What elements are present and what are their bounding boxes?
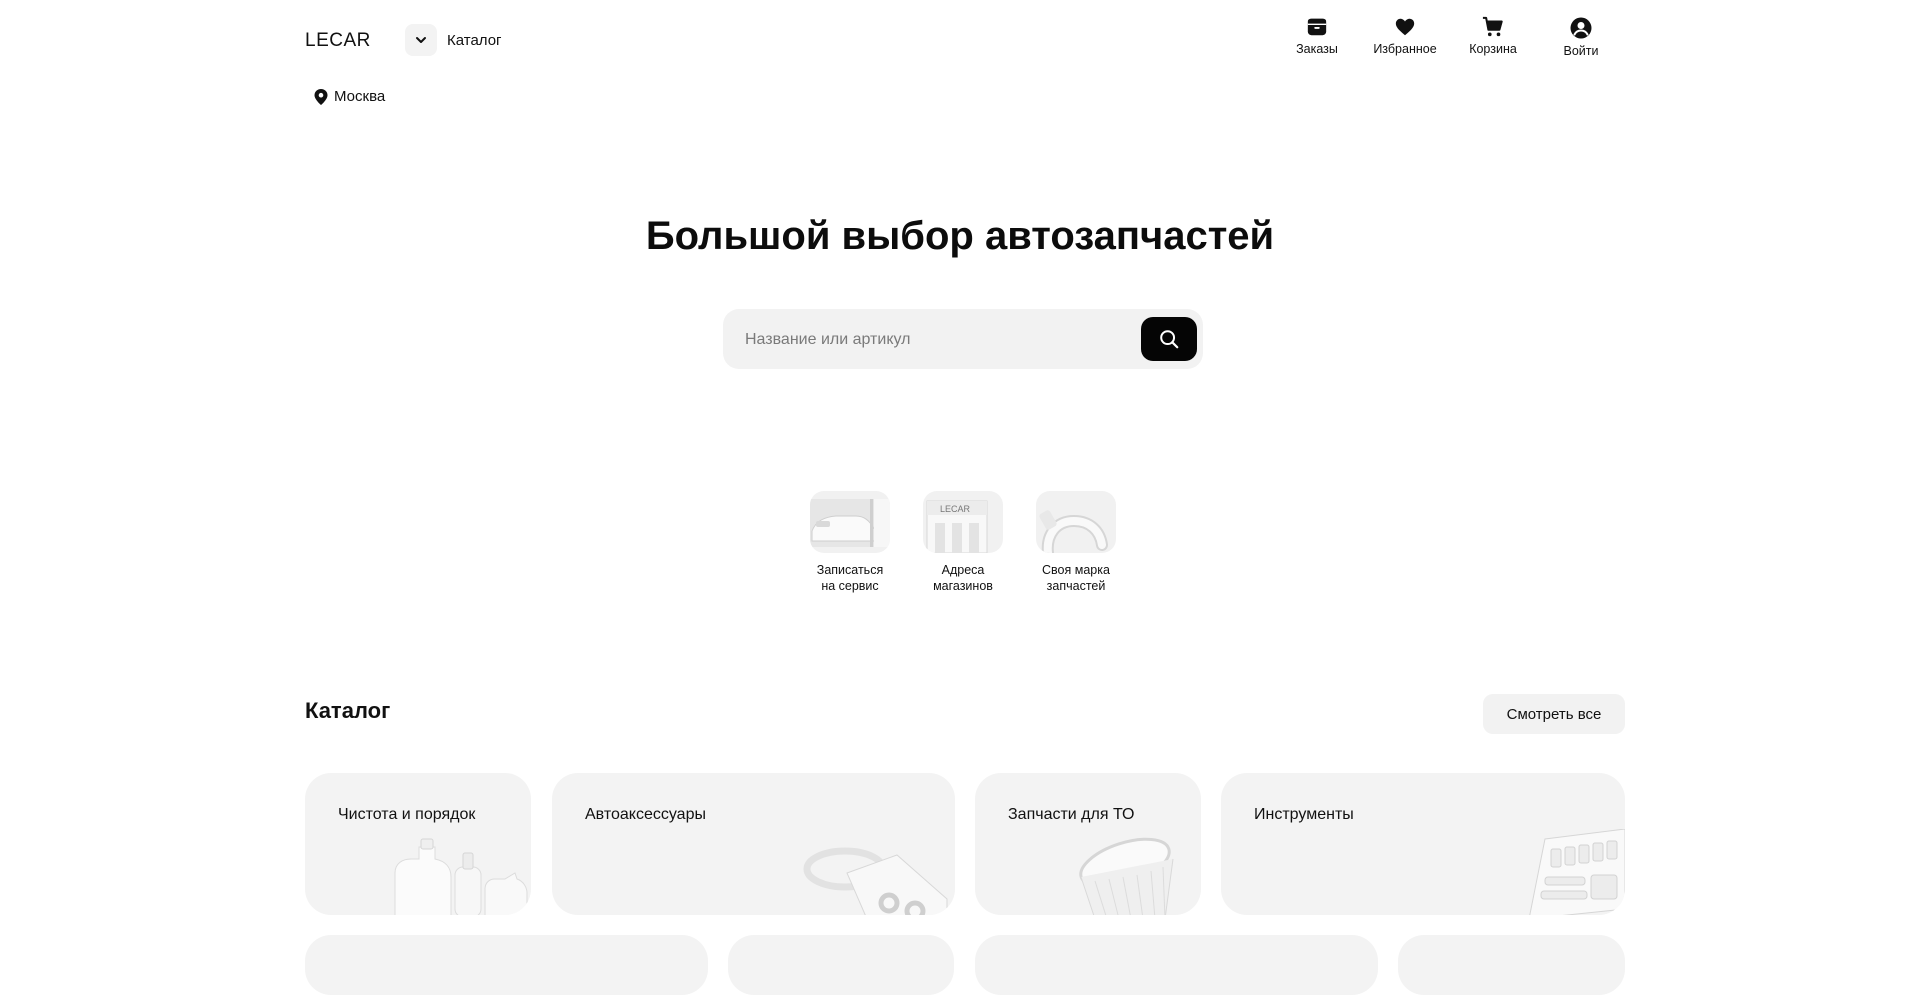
quick-links: Записаться на сервис LECAR Адреса магазино… [810, 491, 1116, 594]
nav-cart-label: Корзина [1469, 42, 1517, 56]
search-button[interactable] [1141, 317, 1197, 361]
header: LECAR Каталог Заказы Избранное Корзина В… [305, 16, 1625, 66]
user-icon [1570, 17, 1592, 39]
svg-text:LECAR: LECAR [940, 504, 971, 514]
hero-title: Большой выбор автозапчастей [645, 214, 1275, 258]
heart-icon [1395, 18, 1415, 36]
car-service-image [810, 491, 890, 553]
search-icon [1160, 330, 1179, 349]
location-pin-icon [314, 88, 328, 105]
nav-login[interactable]: Войти [1537, 16, 1625, 58]
catalog-card-row2-2[interactable] [728, 935, 954, 995]
city-name: Москва [334, 88, 386, 105]
catalog-card-row2-4[interactable] [1398, 935, 1625, 995]
nav-login-label: Войти [1563, 44, 1599, 58]
quick-link-brand[interactable]: Своя марка запчастей [1036, 491, 1116, 594]
see-all-button[interactable]: Смотреть все [1483, 694, 1625, 734]
catalog-card-title: Чистота и порядок [338, 806, 476, 823]
catalog-title: Каталог [305, 698, 391, 723]
catalog-card-title: Запчасти для ТО [1008, 806, 1135, 823]
catalog-card-maintenance[interactable]: Запчасти для ТО [975, 773, 1201, 915]
quick-link-service[interactable]: Записаться на сервис [810, 491, 890, 594]
nav-orders[interactable]: Заказы [1273, 16, 1361, 58]
city-selector[interactable]: Москва [314, 88, 385, 105]
nav-cart[interactable]: Корзина [1449, 16, 1537, 58]
catalog-card-cleaning[interactable]: Чистота и порядок [305, 773, 531, 915]
catalog-button-label: Каталог [447, 31, 502, 49]
catalog-button[interactable]: Каталог [405, 24, 502, 56]
catalog-card-tools[interactable]: Инструменты [1221, 773, 1625, 915]
cart-icon [1482, 16, 1503, 37]
box-icon [1307, 18, 1327, 36]
header-nav: Заказы Избранное Корзина Войти [1273, 16, 1625, 58]
toolbox-image [1529, 829, 1625, 915]
catalog-card-title: Автоаксессуары [585, 806, 706, 823]
logo[interactable]: LECAR [305, 30, 371, 52]
quick-link-service-caption: Записаться на сервис [816, 563, 884, 593]
catalog-card-accessories[interactable]: Автоаксессуары [552, 773, 955, 915]
search-bar [723, 309, 1203, 371]
catalog-card-title: Инструменты [1254, 806, 1354, 823]
nav-favorites[interactable]: Избранное [1361, 16, 1449, 58]
catalog-card-row2-3[interactable] [975, 935, 1378, 995]
nav-favorites-label: Избранное [1373, 42, 1437, 56]
quick-link-stores-caption: Адреса магазинов [933, 563, 993, 593]
catalog-card-row2-1[interactable] [305, 935, 708, 995]
nav-orders-label: Заказы [1296, 42, 1338, 56]
keychain-tag-image [803, 847, 948, 915]
filter-image [1079, 837, 1174, 915]
store-image: LECAR [923, 491, 1003, 553]
chevron-down-icon [405, 24, 437, 56]
part-image [1036, 491, 1116, 553]
search-input[interactable] [743, 309, 1127, 371]
quick-link-stores[interactable]: LECAR Адреса магазинов [923, 491, 1003, 594]
bottles-image [394, 838, 528, 915]
quick-link-brand-caption: Своя марка запчастей [1042, 563, 1110, 593]
